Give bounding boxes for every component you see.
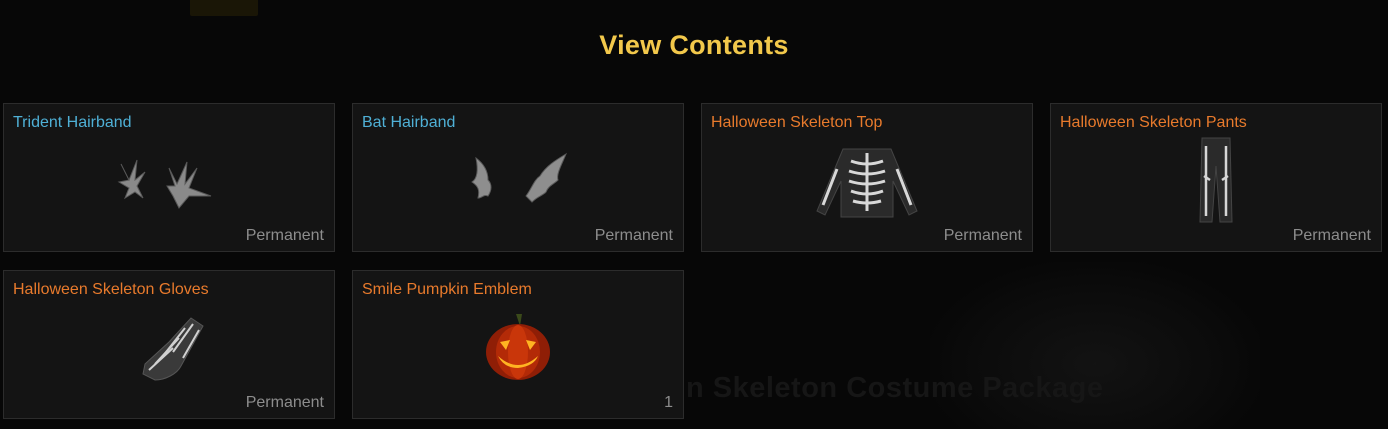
item-name: Bat Hairband	[362, 114, 456, 131]
item-card-bat-hairband[interactable]: Bat Hairband Permanent	[352, 103, 684, 252]
bat-hairband-icon	[353, 134, 683, 227]
item-card-pumpkin-emblem[interactable]: Smile Pumpkin Emblem 1	[352, 270, 684, 419]
item-card-skeleton-gloves[interactable]: Halloween Skeleton Gloves Permanent	[3, 270, 335, 419]
item-name: Halloween Skeleton Pants	[1060, 114, 1247, 131]
item-card-skeleton-top[interactable]: Halloween Skeleton Top Permanent	[701, 103, 1033, 252]
item-name: Trident Hairband	[13, 114, 132, 131]
item-duration: Permanent	[943, 227, 1022, 244]
item-card-skeleton-pants[interactable]: Halloween Skeleton Pants Permanent	[1050, 103, 1382, 252]
trident-hairband-icon	[4, 134, 334, 227]
item-card-trident-hairband[interactable]: Trident Hairband Permanent	[3, 103, 335, 252]
item-duration: Permanent	[245, 227, 324, 244]
item-duration: 1	[664, 394, 673, 411]
item-name: Halloween Skeleton Gloves	[13, 281, 209, 298]
skeleton-pants-icon	[1051, 134, 1381, 227]
background-badge	[190, 0, 258, 16]
item-name: Halloween Skeleton Top	[711, 114, 883, 131]
item-duration: Permanent	[1292, 227, 1371, 244]
item-name: Smile Pumpkin Emblem	[362, 281, 532, 298]
item-duration: Permanent	[245, 394, 324, 411]
skeleton-top-icon	[702, 134, 1032, 227]
item-duration: Permanent	[594, 227, 673, 244]
background-package-title: n Skeleton Costume Package	[686, 372, 1104, 404]
skeleton-gloves-icon	[4, 301, 334, 394]
modal-title: View Contents	[599, 30, 789, 60]
pumpkin-emblem-icon	[353, 301, 683, 394]
